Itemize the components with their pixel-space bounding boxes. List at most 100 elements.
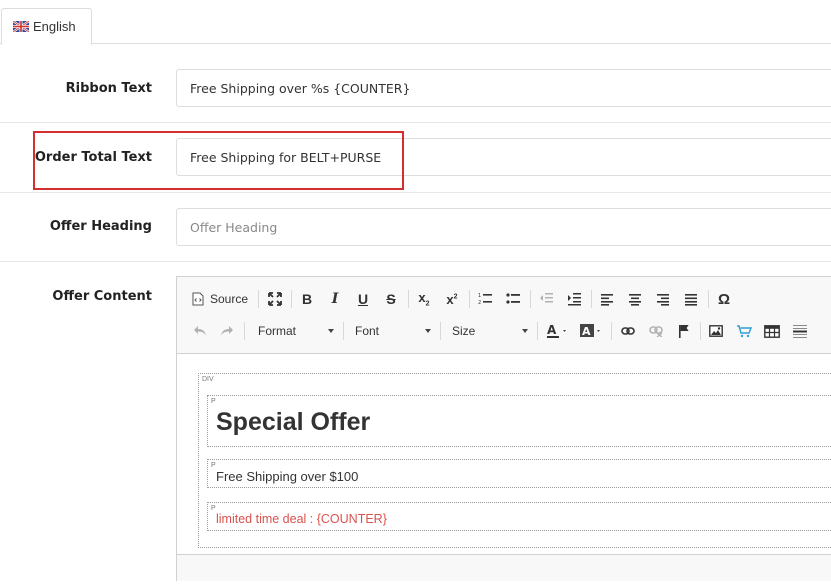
offer-heading-input[interactable]: Offer Heading — [176, 208, 831, 246]
format-dropdown[interactable]: Format — [258, 320, 334, 342]
numbered-list-button[interactable]: 1 2 — [474, 288, 496, 310]
tab-english[interactable]: English — [1, 8, 92, 45]
language-tabbar: English — [0, 0, 831, 45]
size-dropdown[interactable]: Size — [452, 320, 528, 342]
offer-heading-text: Special Offer — [216, 408, 371, 436]
maximize-button[interactable] — [264, 288, 286, 310]
tab-english-label: English — [33, 19, 76, 34]
toolbar-separator — [469, 290, 470, 308]
font-dropdown[interactable]: Font — [355, 320, 431, 342]
link-icon — [621, 327, 635, 335]
background-color-icon: A — [580, 324, 600, 338]
toolbar-separator — [408, 290, 409, 308]
align-center-button[interactable] — [624, 288, 646, 310]
toolbar-separator — [611, 322, 612, 340]
align-right-icon — [657, 294, 669, 306]
undo-icon — [194, 326, 206, 336]
bold-icon: B — [301, 291, 313, 307]
superscript-icon: x2 — [446, 291, 458, 307]
justify-button[interactable] — [680, 288, 702, 310]
underline-icon: U — [357, 291, 369, 307]
deal-text: limited time deal : {COUNTER} — [216, 512, 387, 526]
flag-icon — [679, 325, 689, 338]
div-block[interactable]: DIV P Special Offer P Free Shipping over… — [198, 373, 831, 548]
bold-button[interactable]: B — [296, 288, 318, 310]
align-right-button[interactable] — [652, 288, 674, 310]
justify-icon — [685, 294, 697, 306]
bulleted-list-button[interactable] — [502, 288, 524, 310]
order-total-text-input[interactable]: Free Shipping for BELT+PURSE — [176, 138, 831, 176]
underline-button[interactable]: U — [352, 288, 374, 310]
editor-toolbar: Source B I U S x2 x2 1 2 Ω Format Font S… — [177, 277, 831, 354]
omega-icon: Ω — [717, 290, 731, 308]
toolbar-separator — [530, 290, 531, 308]
decrease-indent-button[interactable] — [535, 288, 557, 310]
ribbon-text-input[interactable]: Free Shipping over %s {COUNTER} — [176, 69, 831, 107]
source-button[interactable]: Source — [191, 288, 253, 310]
toolbar-separator — [708, 290, 709, 308]
undo-button[interactable] — [189, 320, 211, 342]
italic-button[interactable]: I — [324, 288, 346, 310]
background-color-button[interactable]: A — [578, 320, 606, 342]
unlink-button[interactable] — [645, 320, 667, 342]
toolbar-separator — [440, 322, 441, 340]
toolbar-separator — [244, 322, 245, 340]
toolbar-separator — [291, 290, 292, 308]
increase-indent-icon — [568, 293, 581, 306]
subscript-button[interactable]: x2 — [413, 288, 435, 310]
image-icon — [709, 325, 723, 337]
p-tag-label: P — [211, 398, 216, 405]
unlink-icon — [649, 326, 663, 337]
offer-heading-row: Offer Heading Offer Heading — [0, 193, 831, 262]
toolbar-separator — [537, 322, 538, 340]
special-character-button[interactable]: Ω — [713, 288, 735, 310]
horizontal-line-button[interactable] — [789, 320, 811, 342]
toolbar-separator — [700, 322, 701, 340]
shipping-paragraph[interactable]: P Free Shipping over $100 — [207, 459, 831, 488]
redo-icon — [221, 326, 233, 336]
image-button[interactable] — [705, 320, 727, 342]
superscript-button[interactable]: x2 — [441, 288, 463, 310]
align-left-button[interactable] — [596, 288, 618, 310]
decrease-indent-icon — [540, 293, 553, 303]
svg-text:1: 1 — [478, 293, 481, 299]
maximize-icon — [268, 292, 282, 306]
shipping-text: Free Shipping over $100 — [216, 469, 359, 484]
chevron-down-icon — [328, 329, 334, 333]
heading-paragraph[interactable]: P Special Offer — [207, 395, 831, 447]
order-total-text-label: Order Total Text — [34, 150, 152, 165]
size-label: Size — [452, 324, 476, 338]
format-label: Format — [258, 324, 297, 338]
p-tag-label: P — [211, 505, 216, 512]
deal-paragraph[interactable]: P limited time deal : {COUNTER} — [207, 502, 831, 531]
chevron-down-icon — [425, 329, 431, 333]
order-total-text-row: Order Total Text Free Shipping for BELT+… — [0, 123, 831, 193]
toolbar-separator — [343, 322, 344, 340]
svg-text:A: A — [547, 323, 557, 337]
table-icon — [764, 324, 780, 338]
table-button[interactable] — [761, 320, 783, 342]
horizontal-line-icon — [793, 325, 807, 338]
text-color-button[interactable]: A — [544, 320, 572, 342]
cart-button[interactable] — [733, 320, 755, 342]
redo-button[interactable] — [216, 320, 238, 342]
uk-flag-icon — [13, 21, 29, 32]
ribbon-text-row: Ribbon Text Free Shipping over %s {COUNT… — [0, 52, 831, 123]
toolbar-separator — [258, 290, 259, 308]
numbered-list-icon: 1 2 — [478, 293, 492, 306]
source-icon — [192, 292, 204, 306]
text-color-icon: A — [547, 323, 566, 338]
editor-statusbar — [177, 554, 831, 581]
ribbon-text-label: Ribbon Text — [65, 81, 152, 96]
subscript-icon: x2 — [418, 290, 430, 308]
source-label: Source — [210, 292, 249, 306]
p-tag-label: P — [211, 462, 216, 469]
offer-heading-label: Offer Heading — [49, 219, 152, 234]
editor-content-area[interactable]: DIV P Special Offer P Free Shipping over… — [177, 354, 831, 554]
anchor-button[interactable] — [673, 320, 695, 342]
strikethrough-button[interactable]: S — [380, 288, 402, 310]
increase-indent-button[interactable] — [563, 288, 585, 310]
link-button[interactable] — [617, 320, 639, 342]
strikethrough-icon: S — [386, 291, 396, 307]
font-label: Font — [355, 324, 380, 338]
